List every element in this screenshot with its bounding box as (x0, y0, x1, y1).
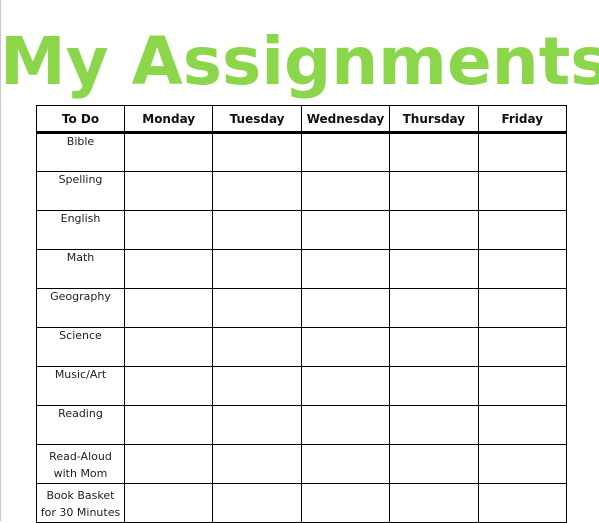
header-thursday: Thursday (389, 105, 479, 134)
day-cell (212, 171, 302, 211)
day-cell (300, 405, 391, 445)
day-cell (389, 288, 479, 328)
day-cell (123, 171, 214, 211)
day-cell (300, 327, 391, 367)
day-cell (389, 444, 479, 484)
subject-cell: Reading (36, 405, 125, 445)
table-row: Spelling (36, 171, 567, 211)
subject-label: Math (66, 251, 95, 264)
day-cell (389, 249, 479, 289)
day-cell (212, 405, 302, 445)
subject-cell: Math (36, 249, 125, 289)
day-cell (477, 132, 567, 172)
table-row: Math (36, 249, 567, 289)
subject-label-line-2: with Mom (53, 467, 108, 480)
day-cell (477, 327, 567, 367)
subject-cell: Bible (36, 132, 125, 172)
table-row: Geography (36, 288, 567, 328)
day-cell (123, 210, 214, 250)
table-row: Music/Art (36, 366, 567, 406)
day-cell (300, 366, 391, 406)
header-monday: Monday (123, 105, 214, 134)
assignment-table: To Do Monday Tuesday Wednesday Thursday … (36, 105, 567, 523)
day-cell (477, 483, 567, 523)
day-cell (212, 210, 302, 250)
header-friday: Friday (477, 105, 567, 134)
day-cell (389, 366, 479, 406)
day-cell (123, 483, 214, 523)
day-cell (300, 288, 391, 328)
day-cell (477, 405, 567, 445)
subject-label-line-2: for 30 Minutes (40, 506, 121, 519)
subject-cell: Spelling (36, 171, 125, 211)
subject-cell: Read-Aloud with Mom (36, 444, 125, 484)
day-cell (123, 366, 214, 406)
day-cell (389, 171, 479, 211)
day-cell (123, 288, 214, 328)
table-row: Book Basket for 30 Minutes (36, 483, 567, 523)
subject-label-line-1: Read-Aloud (49, 450, 112, 463)
day-cell (477, 249, 567, 289)
day-cell (389, 210, 479, 250)
subject-label: Reading (58, 407, 103, 420)
header-tuesday: Tuesday (212, 105, 302, 134)
day-cell (300, 210, 391, 250)
day-cell (300, 171, 391, 211)
subject-label: Music/Art (54, 368, 107, 381)
day-cell (123, 444, 214, 484)
subject-cell: Book Basket for 30 Minutes (36, 483, 125, 523)
day-cell (123, 249, 214, 289)
day-cell (212, 366, 302, 406)
day-cell (477, 210, 567, 250)
subject-cell: Geography (36, 288, 125, 328)
day-cell (477, 288, 567, 328)
table-row: Read-Aloud with Mom (36, 444, 567, 484)
header-row: To Do Monday Tuesday Wednesday Thursday … (36, 105, 567, 134)
subject-label: Spelling (58, 173, 103, 186)
subject-cell: Music/Art (36, 366, 125, 406)
day-cell (389, 405, 479, 445)
table-row: Bible (36, 132, 567, 172)
day-cell (123, 327, 214, 367)
day-cell (300, 483, 391, 523)
day-cell (389, 483, 479, 523)
table-row: Science (36, 327, 567, 367)
page-title: My Assignments (0, 23, 599, 100)
day-cell (123, 405, 214, 445)
day-cell (300, 444, 391, 484)
day-cell (300, 249, 391, 289)
day-cell (389, 132, 479, 172)
day-cell (477, 444, 567, 484)
day-cell (212, 249, 302, 289)
header-wednesday: Wednesday (300, 105, 391, 134)
day-cell (300, 132, 391, 172)
subject-label: Bible (66, 135, 95, 148)
day-cell (212, 327, 302, 367)
subject-label: Science (59, 329, 102, 342)
header-todo: To Do (36, 105, 125, 134)
day-cell (212, 483, 302, 523)
day-cell (212, 132, 302, 172)
subject-label: English (60, 212, 101, 225)
subject-label: Geography (50, 290, 111, 303)
table-row: Reading (36, 405, 567, 445)
day-cell (477, 366, 567, 406)
day-cell (477, 171, 567, 211)
day-cell (389, 327, 479, 367)
day-cell (212, 288, 302, 328)
day-cell (123, 132, 214, 172)
day-cell (212, 444, 302, 484)
subject-cell: Science (36, 327, 125, 367)
subject-label-line-1: Book Basket (46, 489, 115, 502)
subject-cell: English (36, 210, 125, 250)
table-row: English (36, 210, 567, 250)
